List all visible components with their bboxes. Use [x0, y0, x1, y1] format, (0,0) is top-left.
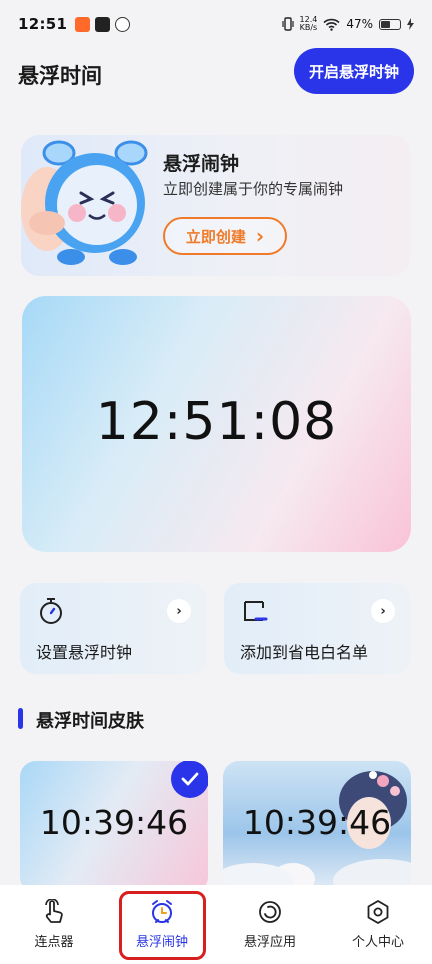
net-speed: 12.4 KB/s: [300, 16, 318, 32]
battery-icon: [379, 18, 401, 30]
status-bar: 12:51 12.4 KB/s 47%: [0, 0, 432, 48]
whitelist-frame-icon: [244, 601, 268, 621]
chevron-right-icon: ›: [255, 224, 265, 248]
selected-check-icon: [171, 761, 208, 798]
clock-preview-card: 12:51:08: [22, 296, 411, 552]
link-notification-icon: [115, 16, 131, 32]
net-speed-unit: KB/s: [299, 23, 318, 32]
vibrate-icon: [281, 17, 294, 31]
promo-subtitle: 立即创建属于你的专属闹钟: [163, 180, 344, 198]
skin-time-preview: 10:39:46: [242, 803, 392, 842]
skin-option-anime-girl[interactable]: 10:39:46: [223, 761, 411, 893]
battery-whitelist-card[interactable]: › 添加到省电白名单: [224, 583, 411, 674]
nav-item-clicker[interactable]: 连点器: [0, 885, 108, 964]
floating-circle-icon: [259, 901, 281, 923]
battery-percent: 47%: [346, 17, 373, 31]
nav-label: 悬浮应用: [243, 935, 296, 950]
app-header: 悬浮时间 开启悬浮时钟: [0, 48, 432, 108]
alarm-mascot-illustration: [21, 140, 148, 265]
section-title: 悬浮时间皮肤: [36, 711, 144, 732]
skin-option-gradient[interactable]: 10:39:46: [20, 761, 208, 893]
create-now-button[interactable]: 立即创建 ›: [163, 217, 287, 255]
set-floating-clock-label: 设置悬浮时钟: [36, 643, 133, 662]
open-floating-clock-button[interactable]: 开启悬浮时钟: [294, 48, 414, 94]
play-notification-icon: [95, 16, 111, 32]
battery-whitelist-label: 添加到省电白名单: [240, 643, 369, 662]
nav-item-profile[interactable]: 个人中心: [324, 885, 432, 964]
promo-title: 悬浮闹钟: [163, 153, 240, 175]
nav-label: 连点器: [34, 935, 74, 950]
set-floating-clock-card[interactable]: › 设置悬浮时钟: [20, 583, 207, 674]
nav-label: 个人中心: [351, 935, 404, 950]
charging-icon: [407, 18, 414, 30]
chevron-right-icon: ›: [371, 599, 395, 623]
skin-time-preview: 10:39:46: [39, 803, 189, 842]
nav-item-floating-apps[interactable]: 悬浮应用: [216, 885, 324, 964]
status-right: 12.4 KB/s 47%: [281, 16, 414, 32]
stopwatch-icon: [40, 598, 62, 624]
status-time: 12:51: [18, 15, 68, 33]
floating-alarm-promo-card[interactable]: 悬浮闹钟 立即创建属于你的专属闹钟 立即创建 ›: [21, 135, 410, 276]
app-screen: 12:51 12.4 KB/s 47% 悬浮时间 开启悬浮时钟 悬浮闹钟 立即创…: [0, 0, 432, 964]
wifi-icon: [323, 18, 340, 31]
selection-highlight-box: [119, 891, 206, 960]
bottom-nav: 连点器 悬浮闹钟 悬浮应用 个人中心: [0, 885, 432, 964]
tap-hand-icon: [45, 899, 63, 923]
section-accent-bar: [18, 708, 23, 729]
app-notification-icon: [75, 16, 91, 32]
create-now-label: 立即创建: [185, 227, 246, 246]
page-title: 悬浮时间: [18, 64, 102, 88]
chevron-right-icon: ›: [167, 599, 191, 623]
hexagon-gear-icon: [367, 900, 389, 924]
current-time-display: 12:51:08: [95, 392, 338, 452]
